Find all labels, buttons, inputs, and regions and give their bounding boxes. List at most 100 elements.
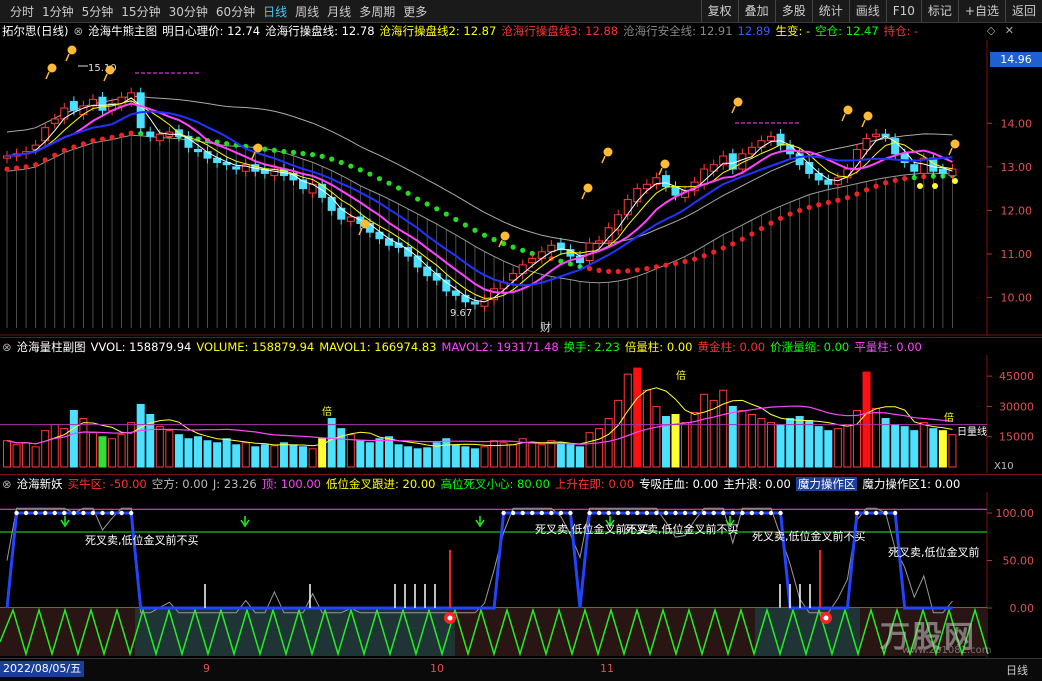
settings-circle-icon[interactable]: ⊗ bbox=[2, 340, 12, 354]
tab-timeframe[interactable]: 1分钟 bbox=[38, 3, 78, 20]
indicator-value: VVOL: 158879.94 bbox=[90, 340, 192, 354]
indicator-name[interactable]: 沧海牛熊主图 bbox=[88, 23, 157, 39]
trend-dot bbox=[424, 201, 430, 207]
volume-bar bbox=[327, 418, 336, 468]
settings-circle-icon[interactable]: ⊗ bbox=[2, 477, 12, 491]
candle-body bbox=[795, 153, 804, 166]
volume-bar bbox=[566, 444, 575, 468]
trend-dot bbox=[825, 199, 831, 206]
toolbar-button[interactable]: 统计 bbox=[811, 0, 849, 22]
toolbar-button[interactable]: +自选 bbox=[957, 0, 1005, 22]
signal-dot bbox=[596, 510, 602, 516]
volume-bar bbox=[117, 434, 126, 468]
volume-bar bbox=[805, 420, 814, 468]
diamond-icon[interactable]: ◇ bbox=[987, 24, 995, 37]
indicator-value: 空方: 0.00 bbox=[151, 477, 208, 491]
volume-bar bbox=[490, 440, 499, 468]
trend-dot bbox=[787, 211, 793, 217]
tab-timeframe[interactable]: 分时 bbox=[6, 3, 38, 20]
signal-dot bbox=[892, 510, 898, 516]
signal-icon bbox=[583, 183, 593, 193]
volume-bar bbox=[251, 446, 260, 468]
toolbar-button[interactable]: 标记 bbox=[920, 0, 958, 22]
double-volume-marker: 倍 bbox=[322, 405, 332, 418]
candle-body bbox=[633, 188, 642, 203]
toolbar-button[interactable]: F10 bbox=[885, 0, 921, 22]
tab-timeframe[interactable]: 30分钟 bbox=[165, 3, 212, 20]
volume-bar bbox=[862, 371, 871, 468]
signal-icon bbox=[660, 159, 670, 169]
period-label: 日线 bbox=[1006, 664, 1028, 677]
candle-body bbox=[69, 101, 78, 111]
volume-bar bbox=[814, 426, 823, 468]
toolbar-button[interactable]: 画线 bbox=[848, 0, 886, 22]
signal-icon bbox=[658, 167, 663, 176]
volume-indicator-name[interactable]: 沧海量柱副图 bbox=[17, 339, 86, 355]
settings-circle-icon[interactable]: ⊗ bbox=[73, 24, 83, 38]
volume-chart[interactable]: 450003000015000X10倍倍倍日量线 bbox=[0, 355, 1042, 473]
toolbar-button[interactable]: 多股 bbox=[774, 0, 812, 22]
volume-bar bbox=[623, 373, 632, 468]
tab-timeframe[interactable]: 多周期 bbox=[355, 3, 399, 20]
trend-dot bbox=[883, 180, 889, 186]
close-icon[interactable]: ✕ bbox=[1005, 24, 1014, 37]
indicator-value: 12.89 bbox=[737, 24, 771, 38]
tab-timeframe[interactable]: 15分钟 bbox=[117, 3, 164, 20]
indicator-value: VOLUME: 158879.94 bbox=[196, 340, 315, 354]
tab-timeframe[interactable]: 周线 bbox=[291, 3, 323, 20]
indicator-value: 低位金叉跟进: 20.00 bbox=[326, 477, 436, 491]
trend-dot bbox=[768, 220, 774, 226]
tab-timeframe[interactable]: 月线 bbox=[323, 3, 355, 20]
volume-bar bbox=[299, 446, 308, 468]
toolbar-button[interactable]: 返回 bbox=[1004, 0, 1042, 22]
buy-marker-icon bbox=[823, 615, 829, 621]
signal-dot bbox=[606, 510, 611, 516]
candle-body bbox=[327, 196, 336, 211]
volume-bar bbox=[385, 436, 393, 468]
trend-dot bbox=[80, 141, 86, 147]
tab-timeframe[interactable]: 日线 bbox=[259, 3, 291, 20]
signal-dot bbox=[23, 510, 29, 516]
signal-icon bbox=[733, 97, 743, 107]
trend-dot bbox=[367, 171, 373, 177]
candlestick-chart[interactable]: 14.0013.0012.0011.0010.0015.109.67财 bbox=[0, 40, 1042, 336]
volume-bar bbox=[747, 414, 756, 468]
trend-dot bbox=[510, 244, 516, 250]
trend-dot bbox=[835, 197, 841, 203]
sell-annotation: 死叉卖,低位金叉前 bbox=[888, 545, 980, 559]
volume-bar bbox=[470, 448, 479, 468]
osc-values: 买牛区: -50.00 空方: 0.00 J: 23.26 顶: 100.00 低位金叉… bbox=[68, 476, 966, 492]
candle-body bbox=[451, 290, 460, 296]
volume-bar bbox=[404, 446, 413, 468]
trend-dot bbox=[644, 266, 650, 272]
volume-bar bbox=[423, 447, 432, 468]
candle-body bbox=[346, 216, 355, 222]
candle-body bbox=[318, 183, 327, 198]
trend-dot bbox=[281, 148, 287, 155]
stock-title: 拓尔思(日线) bbox=[2, 24, 69, 38]
trend-dot bbox=[33, 162, 39, 168]
volume-bar bbox=[289, 444, 298, 468]
volume-bar bbox=[881, 418, 890, 468]
tab-timeframe[interactable]: 5分钟 bbox=[78, 3, 118, 20]
signal-dot bbox=[119, 510, 124, 516]
trend-dot bbox=[739, 236, 745, 242]
tab-timeframe[interactable]: 60分钟 bbox=[212, 3, 259, 20]
toolbar-button[interactable]: 叠加 bbox=[737, 0, 775, 22]
trend-dot bbox=[567, 261, 574, 267]
trend-dot bbox=[329, 156, 335, 162]
candle-body bbox=[60, 107, 69, 120]
low-price-label: 9.67 bbox=[450, 308, 472, 319]
signal-dot bbox=[14, 510, 19, 516]
volume-bar bbox=[910, 430, 919, 468]
trend-dot bbox=[844, 194, 851, 201]
tab-timeframe[interactable]: 更多 bbox=[399, 3, 431, 20]
volume-bar bbox=[709, 399, 718, 468]
volume-bar bbox=[528, 442, 537, 468]
volume-tick-label: 15000 bbox=[999, 431, 1034, 444]
osc-indicator-name[interactable]: 沧海新妖 bbox=[17, 476, 63, 492]
toolbar-button[interactable]: 复权 bbox=[700, 0, 738, 22]
volume-tick-label: 30000 bbox=[999, 400, 1034, 413]
volume-bar bbox=[633, 367, 642, 468]
price-tick-label: 12.00 bbox=[1001, 204, 1033, 217]
